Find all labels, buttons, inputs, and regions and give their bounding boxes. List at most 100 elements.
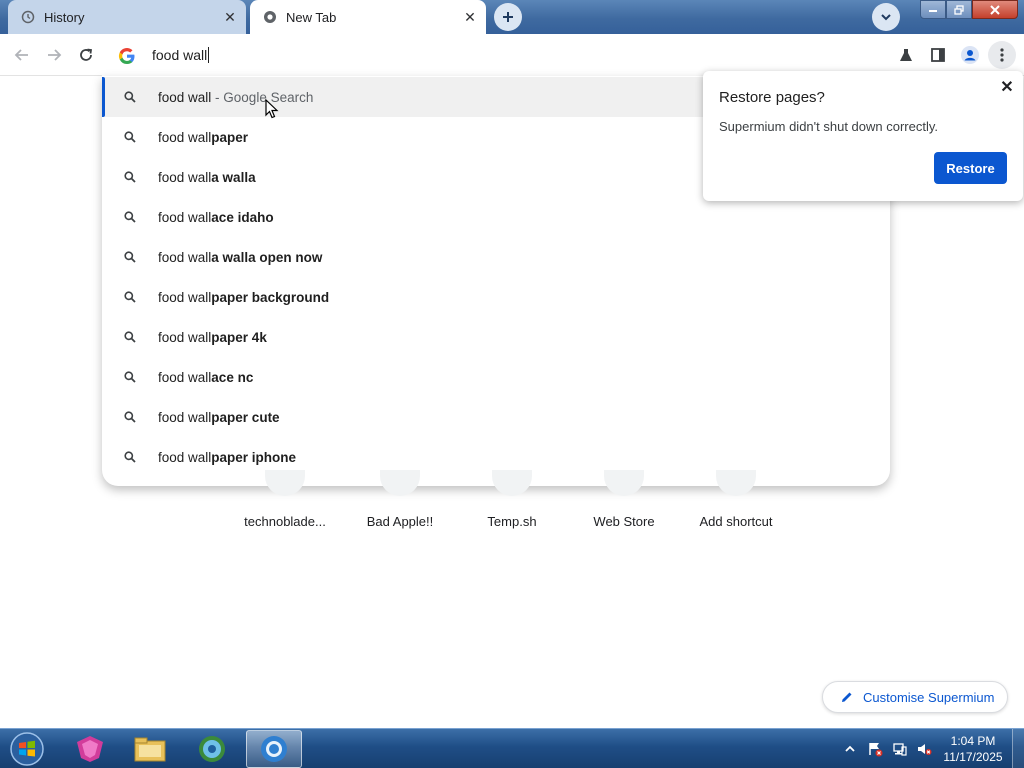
close-icon (990, 4, 1000, 15)
maximize-button[interactable] (946, 0, 972, 19)
system-clock[interactable]: 1:04 PM 11/17/2025 (938, 733, 1008, 765)
taskbar: 1:04 PM 11/17/2025 (0, 728, 1024, 768)
suggestion-item[interactable]: food walla walla open now (102, 237, 890, 277)
forward-button[interactable] (40, 41, 68, 69)
shortcut-icon (716, 470, 756, 496)
supermium-icon (261, 736, 287, 762)
back-button[interactable] (8, 41, 36, 69)
search-icon (122, 129, 138, 145)
suggestion-item[interactable]: food wallace idaho (102, 197, 890, 237)
minimize-icon (929, 9, 937, 12)
tray-overflow-icon[interactable] (842, 729, 858, 768)
tab-title: History (44, 9, 85, 25)
shortcut-label: Temp.sh (487, 514, 537, 529)
arrow-right-icon (48, 49, 62, 61)
text-caret (208, 47, 210, 63)
labs-button[interactable] (892, 41, 920, 69)
suggestion-text: food walla walla open now (158, 249, 323, 265)
google-icon (118, 47, 136, 65)
minimize-button[interactable] (920, 0, 946, 19)
folder-icon (134, 737, 166, 762)
search-icon (122, 369, 138, 385)
suggestion-text: food wallpaper cute (158, 409, 280, 425)
arrow-left-icon (14, 49, 28, 61)
search-icon (122, 409, 138, 425)
start-button[interactable] (4, 730, 50, 768)
shortcut-icon (265, 470, 305, 496)
shortcut-icon (492, 470, 532, 496)
close-tab-icon[interactable]: ✕ (460, 7, 480, 27)
shortcut-tile[interactable]: Add shortcut (680, 470, 792, 540)
close-tab-icon[interactable]: ✕ (220, 7, 240, 27)
customise-label: Customise Supermium (863, 689, 995, 705)
suggestion-item[interactable]: food wallpaper 4k (102, 317, 890, 357)
search-icon (122, 249, 138, 265)
action-center-flag-icon[interactable] (864, 729, 886, 768)
flask-icon (900, 49, 912, 61)
dialog-message: Supermium didn't shut down correctly. (719, 119, 939, 134)
address-bar[interactable]: food wall (102, 36, 890, 76)
shortcut-tile[interactable]: Temp.sh (456, 470, 568, 540)
search-icon (122, 329, 138, 345)
suggestion-suffix: - Google Search (211, 89, 314, 105)
suggestion-item[interactable]: food wallpaper background (102, 277, 890, 317)
search-icon (122, 449, 138, 465)
shortcut-tile[interactable]: Bad Apple!! (344, 470, 456, 540)
volume-muted-icon[interactable] (913, 729, 935, 768)
suggestion-item[interactable]: food wallpaper cute (102, 397, 890, 437)
tab-new-tab[interactable]: New Tab ✕ (250, 0, 486, 34)
tab-history[interactable]: History ✕ (8, 0, 246, 34)
taskbar-app-browser-old[interactable] (184, 730, 240, 768)
close-window-button[interactable] (972, 0, 1018, 19)
reload-button[interactable] (72, 41, 100, 69)
shortcut-label: Bad Apple!! (366, 514, 434, 529)
suggestion-item[interactable]: food wallace nc (102, 357, 890, 397)
taskbar-app-shield[interactable] (62, 730, 118, 768)
tab-title: New Tab (286, 9, 337, 25)
more-vert-icon (1000, 48, 1004, 62)
search-icon (122, 89, 138, 105)
chromium-icon (262, 9, 278, 25)
pencil-icon (839, 689, 855, 705)
windows-logo-icon (10, 732, 44, 766)
avatar-icon (961, 46, 979, 64)
profile-button[interactable] (956, 41, 984, 69)
suggestion-text: food wallpaper (158, 129, 249, 145)
new-tab-button[interactable] (494, 3, 522, 31)
customise-button[interactable]: Customise Supermium (822, 681, 1008, 713)
side-panel-button[interactable] (924, 41, 952, 69)
suggestion-text: food wallpaper 4k (158, 329, 267, 345)
address-input[interactable]: food wall (152, 47, 210, 63)
suggestion-text: food wallace nc (158, 369, 254, 385)
close-icon[interactable]: ✕ (997, 77, 1017, 97)
dialog-title: Restore pages? (719, 89, 825, 106)
search-icon (122, 209, 138, 225)
taskbar-app-supermium[interactable] (246, 730, 302, 768)
shortcut-icon (604, 470, 644, 496)
app-icon (77, 736, 103, 762)
restore-button[interactable]: Restore (934, 152, 1007, 184)
side-panel-icon (931, 48, 945, 62)
reload-icon (80, 48, 93, 61)
tab-search-button[interactable] (872, 3, 900, 31)
restore-window-icon (954, 4, 964, 15)
network-icon[interactable] (889, 729, 911, 768)
globe-icon (199, 736, 225, 762)
show-desktop-button[interactable] (1012, 729, 1024, 768)
taskbar-app-explorer[interactable] (122, 730, 178, 768)
suggestion-text: food wallpaper iphone (158, 449, 297, 465)
suggestion-text: food wallace idaho (158, 209, 274, 225)
restore-pages-dialog: Restore pages? Supermium didn't shut dow… (703, 71, 1023, 201)
shortcut-label: technoblade... (244, 514, 326, 529)
shortcut-tile[interactable]: Web Store (568, 470, 680, 540)
plus-icon (503, 12, 513, 22)
chevron-down-icon (881, 14, 891, 21)
menu-button[interactable] (988, 41, 1016, 69)
shortcut-icon (380, 470, 420, 496)
shortcut-tile[interactable]: technoblade... (229, 470, 341, 540)
suggestion-text: food walla walla (158, 169, 256, 185)
shortcut-label: Add shortcut (699, 514, 773, 529)
suggestion-text: food wall (158, 89, 212, 105)
mouse-cursor (265, 98, 279, 119)
clock-date: 11/17/2025 (943, 750, 1003, 764)
